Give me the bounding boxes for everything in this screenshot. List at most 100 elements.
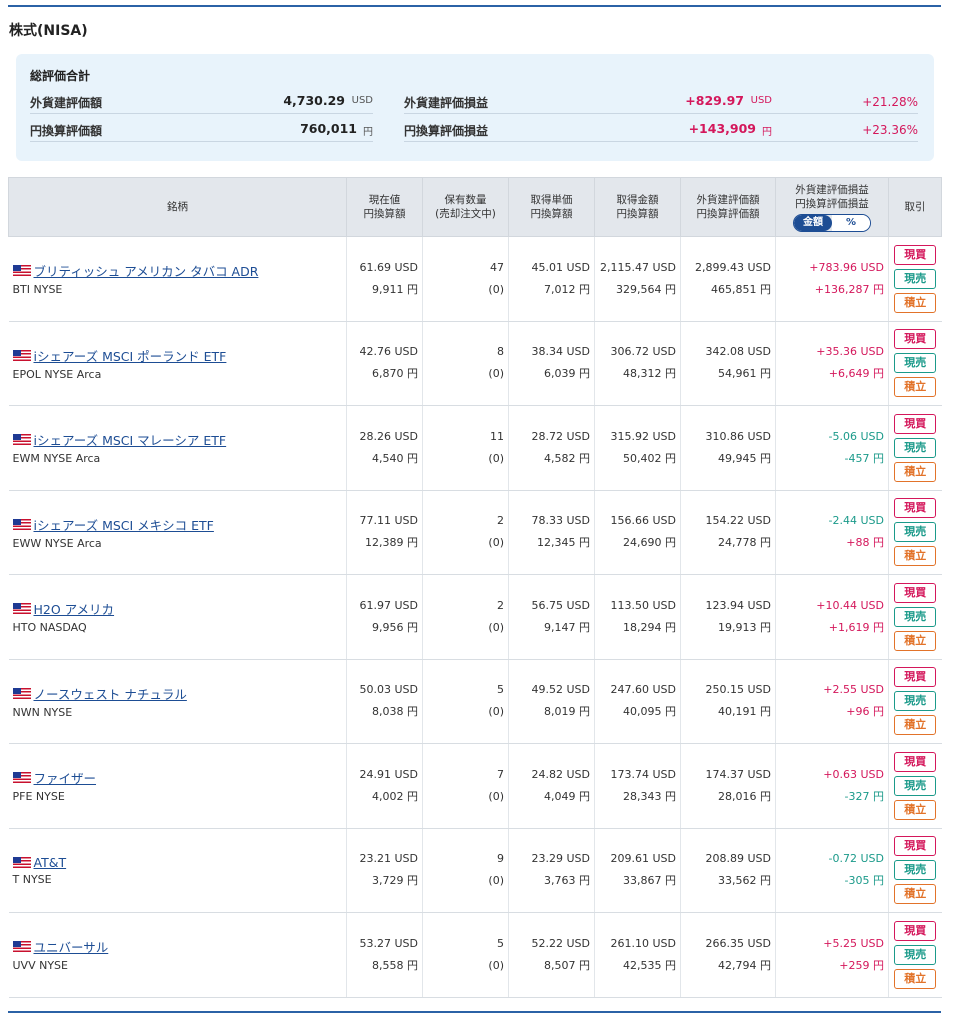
pl-cell: +10.44 USD +1,619 円	[775, 574, 889, 660]
qty-cell: 7 (0)	[422, 743, 509, 829]
stock-name-link[interactable]: ブリティッシュ アメリカン タバコ ADR	[34, 261, 259, 280]
pl-yen: +259 円	[839, 958, 884, 972]
value-usd: 310.86 USD	[705, 429, 772, 443]
accumulate-button[interactable]: 積立	[894, 715, 937, 736]
buy-button[interactable]: 現買	[894, 920, 937, 941]
header-value: 外貨建評価額 円換算評価額	[680, 177, 776, 237]
yen-pl-value: +143,909	[688, 121, 756, 136]
us-flag-icon	[12, 349, 31, 361]
accumulate-button[interactable]: 積立	[894, 968, 937, 989]
foreign-value: 4,730.29	[283, 93, 345, 108]
amount-yen: 329,564 円	[616, 282, 676, 296]
stock-name-link[interactable]: iシェアーズ MSCI メキシコ ETF	[34, 515, 214, 534]
pl-yen: -305 円	[844, 874, 884, 888]
price-cell: 77.11 USD 12,389 円	[346, 490, 423, 575]
foreign-value-unit: USD	[351, 95, 373, 106]
stock-code: PFE NYSE	[12, 790, 65, 804]
summary-panel: 総評価合計 外貨建評価額 4,730.29 USD 円換算評価額 760,011…	[16, 54, 934, 161]
cost-usd: 45.01 USD	[531, 260, 591, 274]
toggle-amount[interactable]: 金額	[793, 214, 832, 231]
sell-button[interactable]: 現売	[894, 268, 937, 289]
trade-cell: 現買 現売 積立	[888, 405, 942, 491]
stock-name-link[interactable]: ファイザー	[34, 768, 97, 787]
buy-button[interactable]: 現買	[894, 836, 937, 857]
sell-button[interactable]: 現売	[894, 437, 937, 458]
header-amount: 取得金額 円換算額	[594, 177, 681, 237]
header-cost: 取得単価 円換算額	[508, 177, 595, 237]
stock-name-link[interactable]: AT&T	[34, 855, 67, 870]
pl-cell: -0.72 USD -305 円	[775, 828, 889, 913]
amount-yen: 33,867 円	[623, 874, 676, 888]
sell-button[interactable]: 現売	[894, 860, 937, 881]
stock-name-cell: H2O アメリカ HTO NASDAQ	[8, 574, 347, 660]
stock-name-link[interactable]: iシェアーズ MSCI ポーランド ETF	[34, 346, 227, 365]
sell-button[interactable]: 現売	[894, 353, 937, 374]
buy-button[interactable]: 現買	[894, 751, 937, 772]
buy-button[interactable]: 現買	[894, 667, 937, 688]
price-usd: 77.11 USD	[359, 514, 419, 528]
amount-cell: 2,115.47 USD 329,564 円	[594, 236, 681, 322]
sell-button[interactable]: 現売	[894, 944, 937, 965]
stock-code: T NYSE	[12, 872, 52, 886]
buy-button[interactable]: 現買	[894, 413, 937, 434]
price-yen: 4,540 円	[372, 451, 418, 465]
amount-yen: 24,690 円	[623, 536, 676, 550]
accumulate-button[interactable]: 積立	[894, 799, 937, 820]
qty-pending: (0)	[488, 874, 504, 888]
qty-pending: (0)	[488, 958, 504, 972]
accumulate-button[interactable]: 積立	[894, 377, 937, 398]
pl-usd: +2.55 USD	[823, 683, 884, 697]
section-title: 株式(NISA)	[9, 23, 88, 39]
pl-cell: +35.36 USD +6,649 円	[775, 321, 889, 406]
trade-cell: 現買 現売 積立	[888, 743, 942, 829]
price-usd: 23.21 USD	[359, 852, 419, 866]
pl-cell: -2.44 USD +88 円	[775, 490, 889, 575]
accumulate-button[interactable]: 積立	[894, 546, 937, 567]
value-usd: 208.89 USD	[705, 852, 772, 866]
stock-code: NWN NYSE	[12, 705, 73, 719]
stock-code: HTO NASDAQ	[12, 621, 87, 635]
amount-usd: 315.92 USD	[610, 429, 677, 443]
header-qty: 保有数量 (売却注文中)	[422, 177, 509, 237]
sell-button[interactable]: 現売	[894, 522, 937, 543]
sell-button[interactable]: 現売	[894, 775, 937, 796]
accumulate-button[interactable]: 積立	[894, 884, 937, 905]
pl-cell: -5.06 USD -457 円	[775, 405, 889, 491]
cost-yen: 7,012 円	[544, 282, 590, 296]
stock-name-link[interactable]: H2O アメリカ	[34, 599, 115, 618]
summary-foreign-pl-row: 外貨建評価損益 +829.97 USD +21.28%	[404, 90, 918, 114]
us-flag-icon	[12, 434, 31, 446]
value-yen: 42,794 円	[718, 958, 771, 972]
trade-cell: 現買 現売 積立	[888, 574, 942, 660]
value-cell: 310.86 USD 49,945 円	[680, 405, 776, 491]
amount-yen: 18,294 円	[623, 620, 676, 634]
qty-cell: 9 (0)	[422, 828, 509, 913]
accumulate-button[interactable]: 積立	[894, 461, 937, 482]
table-row: iシェアーズ MSCI ポーランド ETF EPOL NYSE Arca 42.76…	[8, 321, 942, 406]
stock-name-link[interactable]: ノースウェスト ナチュラル	[34, 684, 187, 703]
amount-usd: 156.66 USD	[610, 514, 677, 528]
amount-cell: 209.61 USD 33,867 円	[594, 828, 681, 913]
amount-usd: 209.61 USD	[610, 852, 677, 866]
sell-button[interactable]: 現売	[894, 606, 937, 627]
qty: 47	[490, 260, 504, 274]
toggle-percent[interactable]: %	[831, 214, 871, 231]
pl-yen: -457 円	[844, 451, 884, 465]
accumulate-button[interactable]: 積立	[894, 630, 937, 651]
cost-yen: 8,019 円	[544, 705, 590, 719]
sell-button[interactable]: 現売	[894, 691, 937, 712]
cost-cell: 28.72 USD 4,582 円	[508, 405, 595, 491]
accumulate-button[interactable]: 積立	[894, 292, 937, 313]
pl-display-toggle[interactable]: 金額 %	[792, 213, 872, 232]
buy-button[interactable]: 現買	[894, 498, 937, 519]
price-usd: 53.27 USD	[359, 936, 419, 950]
stock-name-link[interactable]: ユニバーサル	[34, 937, 109, 956]
stock-name-link[interactable]: iシェアーズ MSCI マレーシア ETF	[34, 430, 227, 449]
price-cell: 28.26 USD 4,540 円	[346, 405, 423, 491]
buy-button[interactable]: 現買	[894, 329, 937, 350]
buy-button[interactable]: 現買	[894, 244, 937, 265]
cost-cell: 78.33 USD 12,345 円	[508, 490, 595, 575]
stock-code: EPOL NYSE Arca	[12, 367, 102, 381]
buy-button[interactable]: 現買	[894, 582, 937, 603]
trade-cell: 現買 現売 積立	[888, 912, 942, 998]
